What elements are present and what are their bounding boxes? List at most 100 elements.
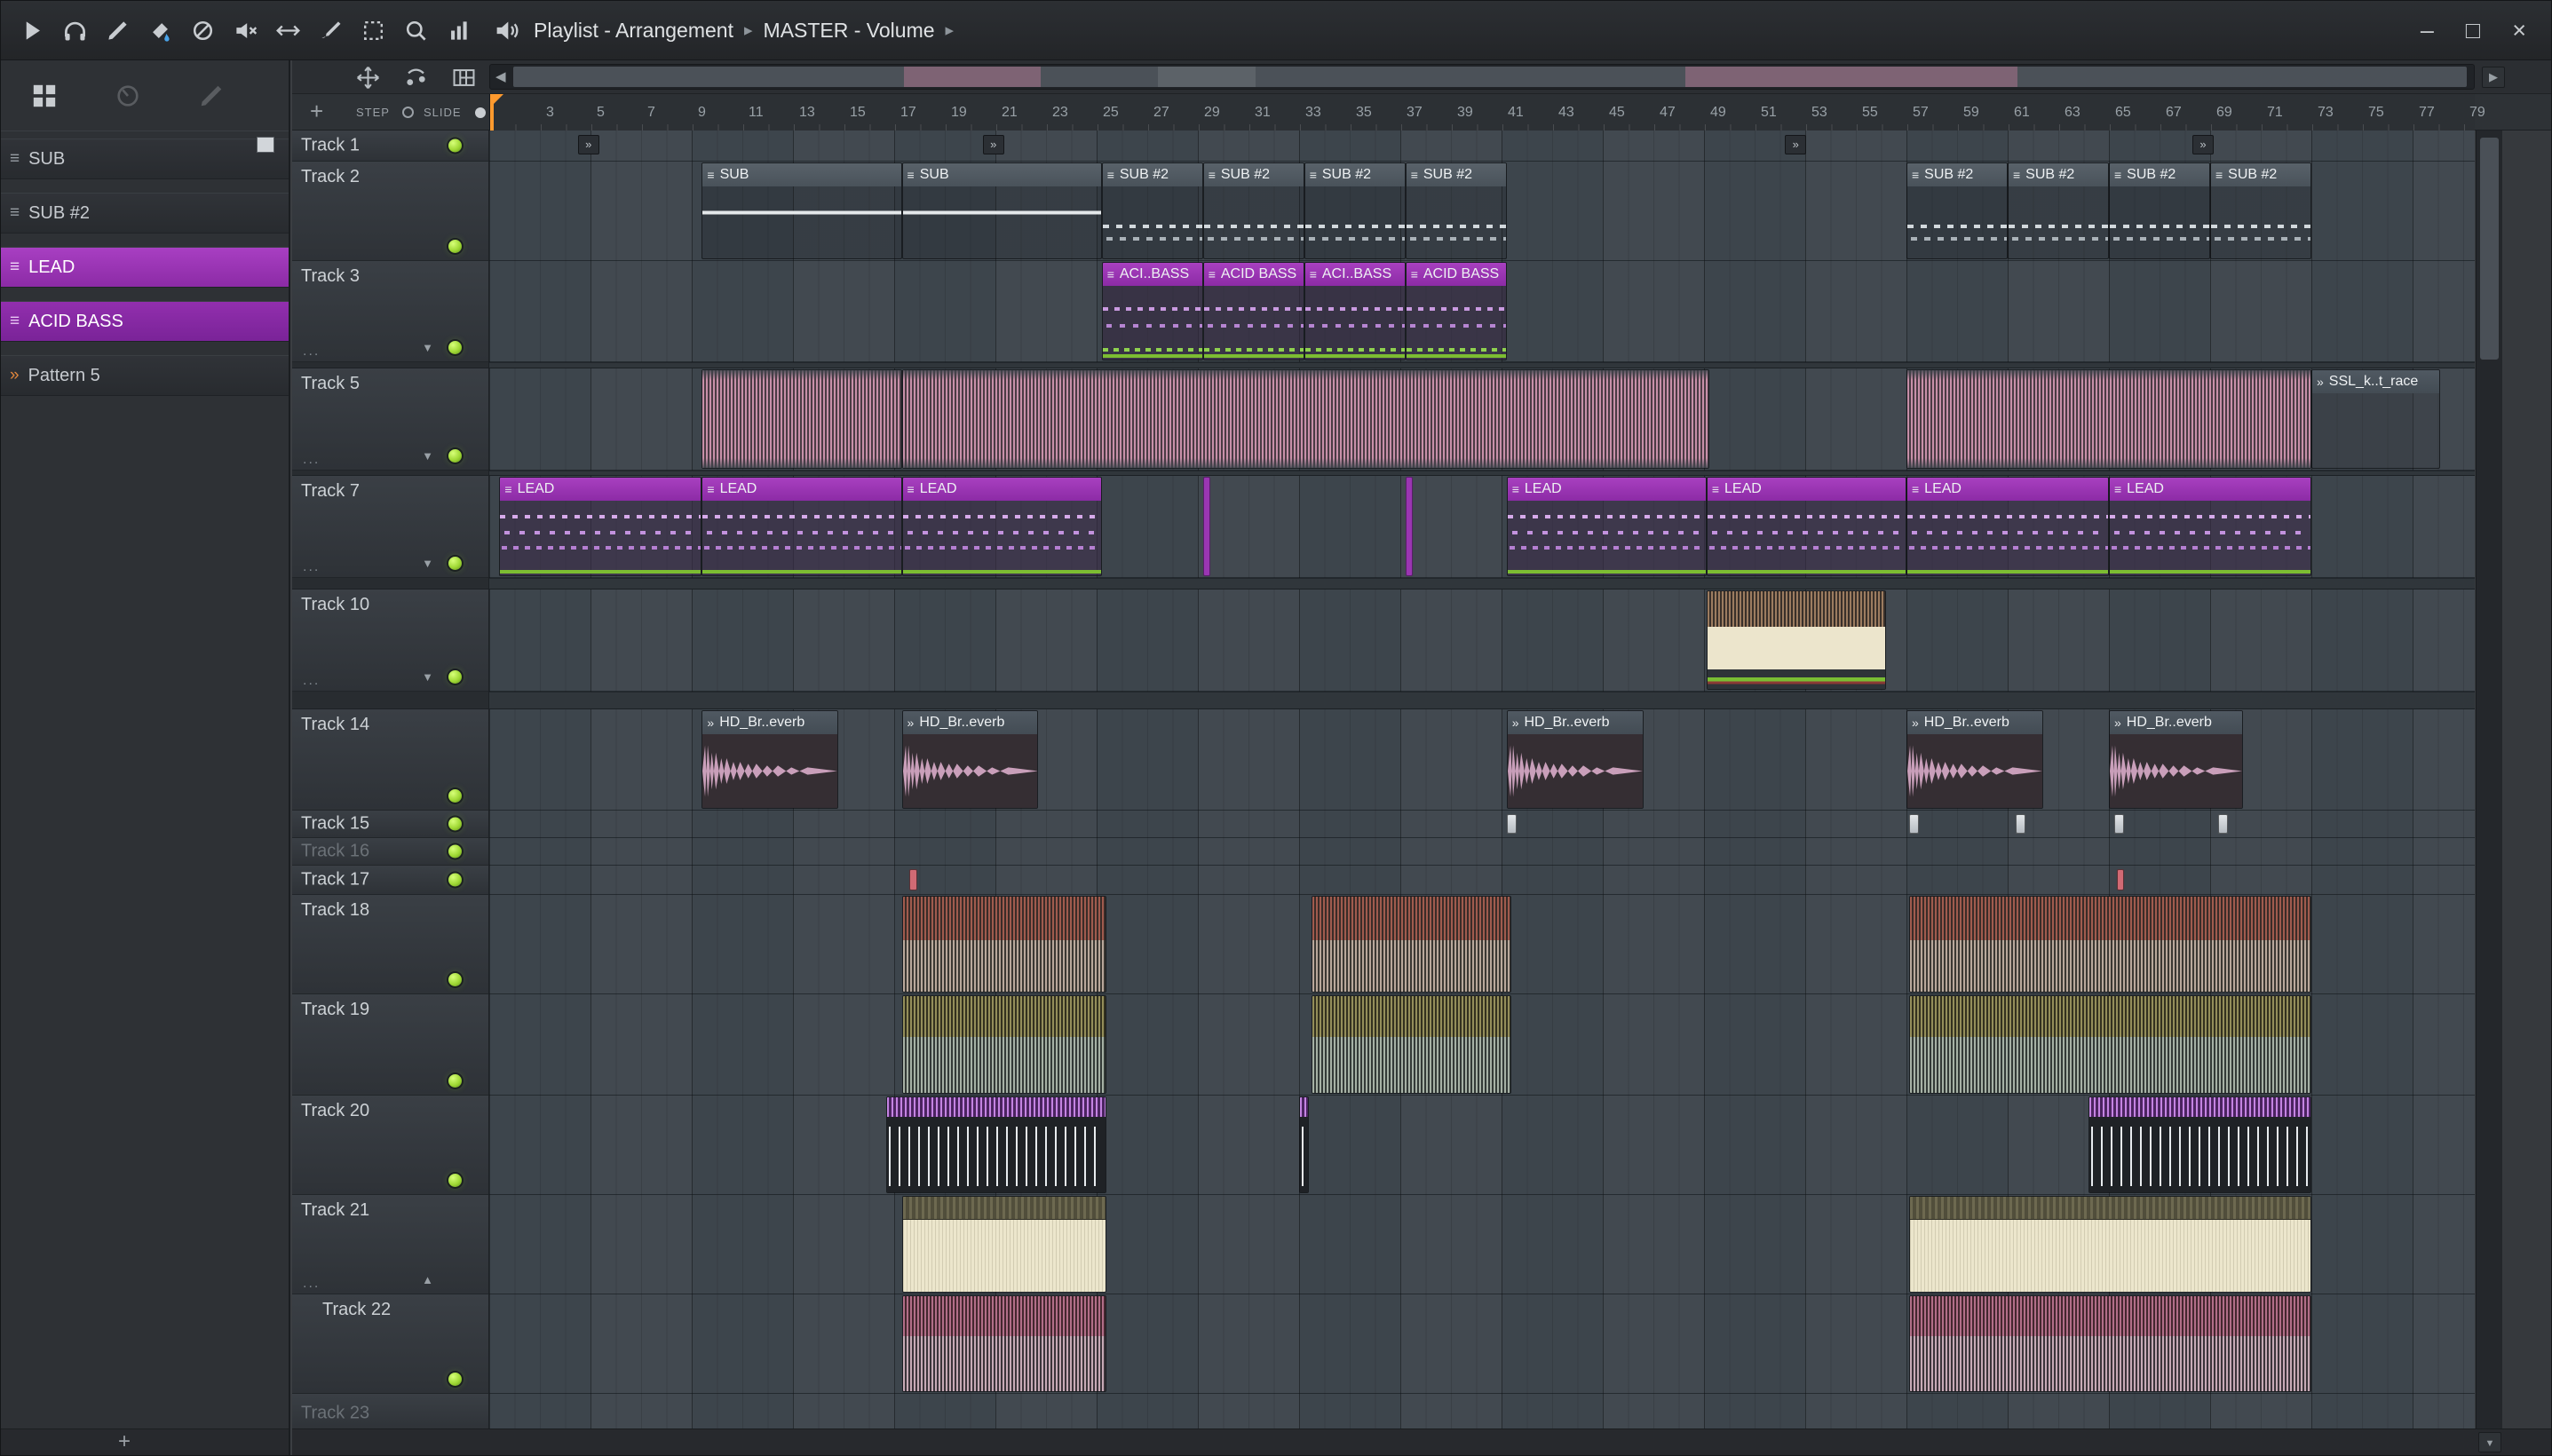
mute-led[interactable] [448, 449, 462, 463]
scroll-right-arrow-icon[interactable] [2482, 67, 2505, 88]
track-header-track-5[interactable]: Track 5 ▼... [292, 368, 488, 471]
clip-sub-2[interactable]: ≡ SUB #2 [2109, 162, 2210, 259]
clip-sub-2[interactable]: ≡ SUB #2 [1405, 162, 1507, 259]
pattern-item-lead[interactable]: ≡ LEAD [1, 247, 289, 288]
playhead-marker[interactable] [490, 94, 503, 131]
clip-acid-bass[interactable]: ≡ ACID BASS [1405, 262, 1507, 360]
timeline-ruler[interactable]: 3 5 7 9 11 13 15 17 19 21 23 25 27 29 31 33 35 37 39 41 43 45… [489, 94, 2485, 131]
mute-led[interactable] [448, 341, 462, 354]
paint-icon[interactable] [143, 13, 177, 47]
slide-toggle[interactable] [475, 107, 486, 118]
play-icon[interactable] [15, 13, 49, 47]
horizontal-scrollbar[interactable] [489, 64, 2475, 90]
expand-arrow-icon[interactable]: ▼ [422, 557, 433, 570]
maximize-button[interactable]: □ [2466, 17, 2480, 44]
clip-drums[interactable] [886, 1096, 1107, 1193]
clip-w5[interactable] [901, 369, 1709, 469]
step-toggle[interactable] [402, 107, 414, 118]
clip-w18[interactable] [901, 896, 1107, 993]
clip-lead[interactable]: ≡ LEAD [1906, 477, 2109, 576]
headphones-icon[interactable] [58, 13, 91, 47]
clip-gray[interactable] [1506, 814, 1518, 834]
mute-led[interactable] [448, 670, 462, 684]
collapse-arrow-icon[interactable]: ▲ [422, 1273, 433, 1286]
mute-led[interactable] [448, 1373, 462, 1386]
vertical-scrollbar[interactable] [2476, 131, 2502, 1428]
clip-gray[interactable] [2217, 814, 2228, 834]
mute-led[interactable] [448, 240, 462, 253]
clip-sub-2[interactable]: ≡ SUB #2 [2210, 162, 2311, 259]
pattern-item-pattern-5[interactable]: » Pattern 5 [1, 355, 289, 396]
clip-cream[interactable] [901, 1196, 1107, 1293]
clip-lead[interactable]: ≡ LEAD [901, 477, 1102, 576]
clip-lead[interactable]: ≡ LEAD [1506, 477, 1707, 576]
track-options-ellipsis[interactable]: ... [303, 344, 320, 360]
mute-led[interactable] [448, 1174, 462, 1187]
track-options-ellipsis[interactable]: ... [303, 673, 320, 689]
mute-icon[interactable] [228, 13, 262, 47]
track-header-track-17[interactable]: Track 17 [292, 866, 488, 895]
expand-arrow-icon[interactable]: ▼ [422, 341, 433, 354]
track-header-track-7[interactable]: Track 7 ▼... [292, 476, 488, 578]
mute-led[interactable] [448, 844, 462, 859]
clip-hd-br-everb[interactable]: » HD_Br..everb [701, 710, 839, 809]
clip-hd-br-everb[interactable]: » HD_Br..everb [901, 710, 1039, 809]
knob-icon[interactable] [115, 83, 141, 109]
clip-sub-2[interactable]: ≡ SUB #2 [1202, 162, 1304, 259]
track-header-track-14[interactable]: Track 14 [292, 709, 488, 811]
track-header-track-18[interactable]: Track 18 [292, 895, 488, 994]
track-header-track-15[interactable]: Track 15 [292, 811, 488, 838]
clip-aci-bass[interactable]: ≡ ACI..BASS [1304, 262, 1406, 360]
horizontal-scroll-thumb[interactable] [513, 67, 2467, 87]
pencil-icon[interactable] [198, 83, 225, 109]
expand-arrow-icon[interactable]: ▼ [422, 449, 433, 463]
mute-led[interactable] [448, 973, 462, 986]
track-options-ellipsis[interactable]: ... [303, 559, 320, 575]
track-header-track-3[interactable]: Track 3 ▼... [292, 261, 488, 362]
track-header-track-23[interactable]: Track 23 [292, 1394, 488, 1428]
mute-led[interactable] [448, 789, 462, 803]
expand-arrow-icon[interactable]: ▼ [422, 670, 433, 684]
zoom-icon[interactable] [399, 13, 432, 47]
clip-aci-bass[interactable]: ≡ ACI..BASS [1101, 262, 1203, 360]
clip-w19[interactable] [901, 995, 1107, 1094]
clip-w22[interactable] [1908, 1295, 2311, 1392]
close-button[interactable]: × [2512, 17, 2526, 44]
draw-icon[interactable] [100, 13, 134, 47]
time-marker[interactable]: » [577, 135, 599, 154]
clip-sub-2[interactable]: ≡ SUB #2 [1101, 162, 1203, 259]
slide-icon[interactable] [402, 64, 429, 91]
clip-stack10[interactable] [1706, 590, 1887, 690]
minimize-button[interactable]: – [2421, 17, 2434, 44]
clip-sub[interactable]: ≡ SUB [701, 162, 902, 259]
clip-w19[interactable] [1312, 995, 1512, 1094]
panner-icon[interactable] [271, 13, 305, 47]
mute-led[interactable] [448, 138, 462, 153]
pattern-item-sub-2[interactable]: ≡ SUB #2 [1, 193, 289, 233]
clip-gray[interactable] [1908, 814, 1920, 834]
add-track-button[interactable]: + [310, 98, 323, 125]
clip-w5[interactable] [1906, 369, 2311, 469]
mute-led[interactable] [448, 557, 462, 570]
clip-lead[interactable]: ≡ LEAD [499, 477, 702, 576]
meter-icon[interactable] [441, 13, 475, 47]
clip-w5[interactable] [701, 369, 902, 469]
clip-lead[interactable]: ≡ LEAD [701, 477, 902, 576]
clip-hd-br-everb[interactable]: » HD_Br..everb [1506, 710, 1644, 809]
track-header-track-21[interactable]: Track 21 ▲... [292, 1195, 488, 1294]
clip-w18[interactable] [1312, 896, 1512, 993]
sidebar-scrollbar-thumb[interactable] [257, 137, 274, 153]
track-header-track-20[interactable]: Track 20 [292, 1096, 488, 1195]
track-options-ellipsis[interactable]: ... [303, 1276, 320, 1292]
time-marker[interactable]: » [1785, 135, 1807, 154]
track-options-ellipsis[interactable]: ... [303, 452, 320, 468]
clip-sub-2[interactable]: ≡ SUB #2 [1906, 162, 2008, 259]
time-marker[interactable]: » [982, 135, 1004, 154]
clip-purple[interactable] [1405, 477, 1414, 576]
clip-gray[interactable] [2113, 814, 2125, 834]
select-icon[interactable] [356, 13, 390, 47]
clip-w18[interactable] [1908, 896, 2311, 993]
time-marker[interactable]: » [2192, 135, 2215, 154]
scroll-left-arrow-icon[interactable] [495, 68, 506, 84]
pattern-item-sub[interactable]: ≡ SUB [1, 138, 289, 179]
